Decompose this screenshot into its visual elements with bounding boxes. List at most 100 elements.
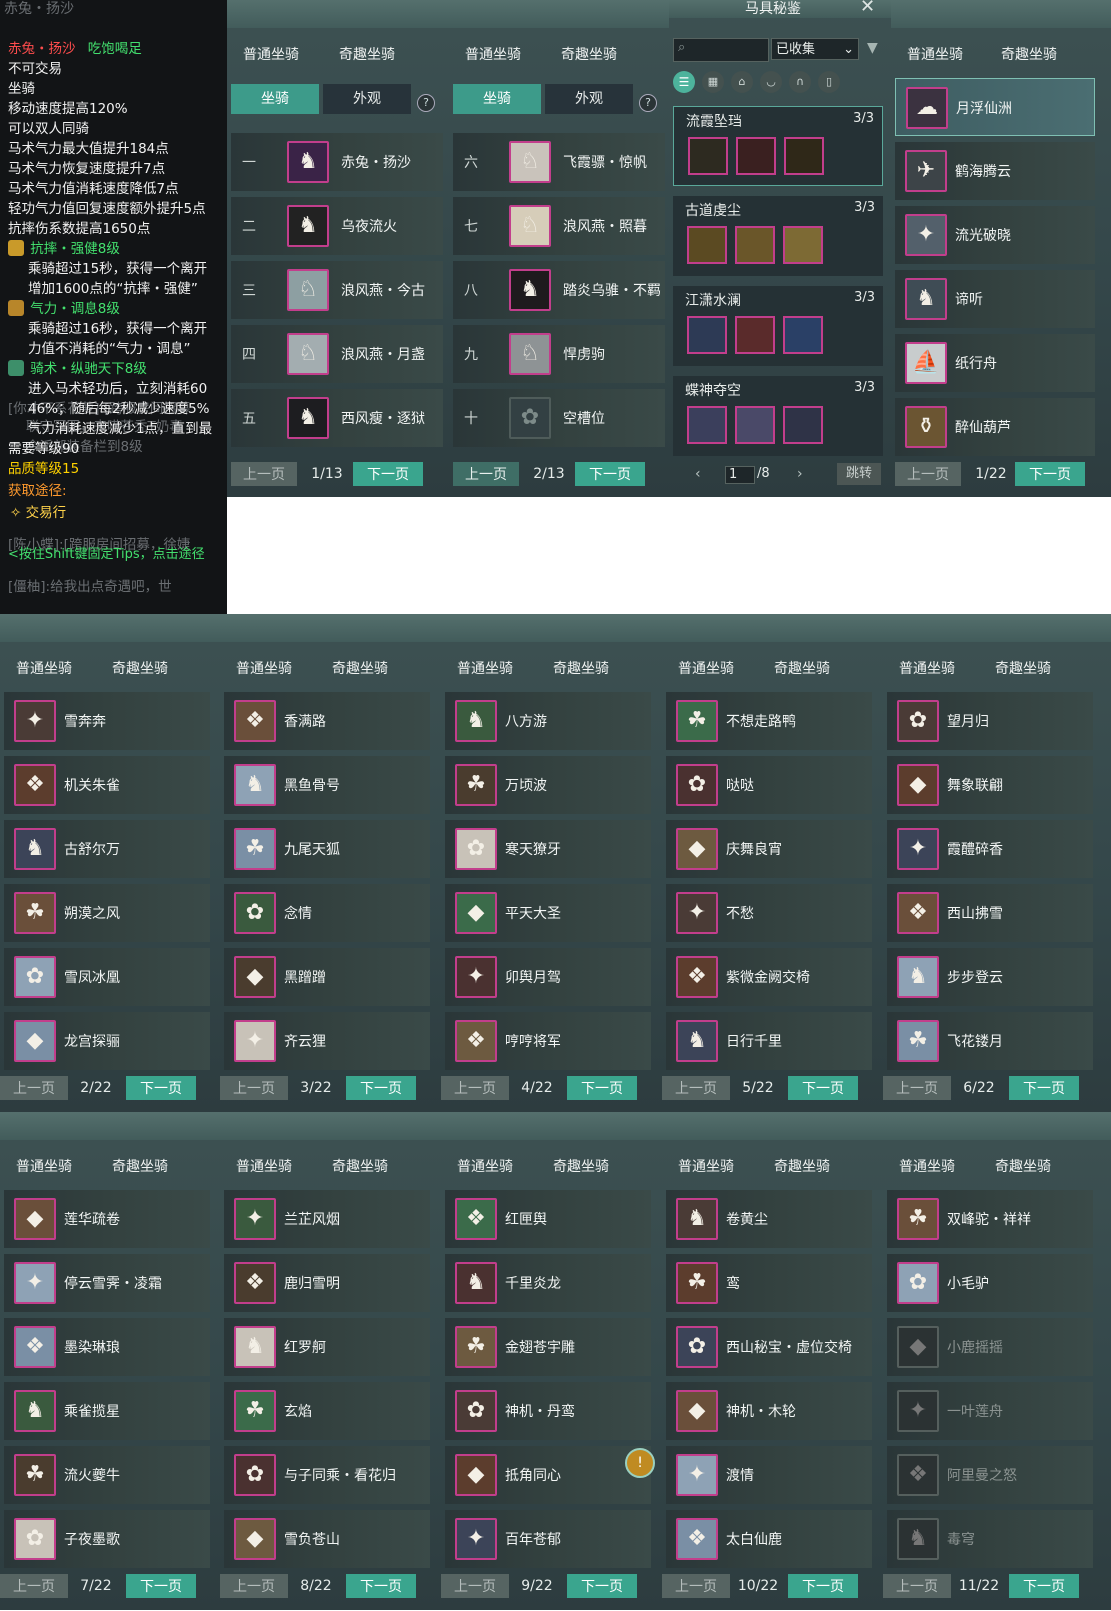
- next-page-button[interactable]: 下一页: [788, 1574, 858, 1598]
- funnel-icon[interactable]: ▼: [867, 40, 878, 56]
- harness-thumbnail[interactable]: [784, 137, 824, 175]
- harness-thumbnail[interactable]: [783, 316, 823, 354]
- mount-row[interactable]: ⛵ 纸行舟: [895, 334, 1095, 392]
- mount-row[interactable]: ⚱ 醉仙葫芦: [895, 398, 1095, 456]
- grid-view-icon[interactable]: ▦: [702, 71, 724, 93]
- mount-row[interactable]: ✦ 流光破晓: [895, 206, 1095, 264]
- mount-row[interactable]: ♞ 卷黄尘: [666, 1190, 872, 1248]
- mount-row[interactable]: ☘ 万顷波: [445, 756, 651, 814]
- subtab-mount[interactable]: 坐骑: [231, 84, 319, 114]
- tab-normal-mount[interactable]: 普通坐骑: [236, 658, 292, 678]
- mount-row[interactable]: ❖ 机关朱雀: [4, 756, 210, 814]
- mount-row[interactable]: ❖ 墨染琳琅: [4, 1318, 210, 1376]
- harness-thumbnail[interactable]: [735, 226, 775, 264]
- tab-fun-mount[interactable]: 奇趣坐骑: [774, 658, 830, 678]
- collection-group[interactable]: 蝶神夺空 3/3: [673, 376, 883, 456]
- prev-page-button[interactable]: 上一页: [895, 462, 961, 486]
- next-page-button[interactable]: 下一页: [126, 1076, 196, 1100]
- tab-fun-mount[interactable]: 奇趣坐骑: [1001, 44, 1057, 64]
- slot-row[interactable]: 三 ♘ 浪风燕・今古: [231, 261, 443, 319]
- tab-fun-mount[interactable]: 奇趣坐骑: [995, 658, 1051, 678]
- mount-row[interactable]: ✿ 念情: [224, 884, 430, 942]
- mount-row[interactable]: ✦ 渡情: [666, 1446, 872, 1504]
- tab-normal-mount[interactable]: 普通坐骑: [457, 1156, 513, 1176]
- horseshoe-icon[interactable]: ∩: [789, 71, 811, 93]
- mount-row[interactable]: ❖ 香满路: [224, 692, 430, 750]
- mount-row[interactable]: ◆ 莲华疏卷: [4, 1190, 210, 1248]
- help-icon[interactable]: ?: [417, 94, 435, 112]
- prev-page-button[interactable]: 上一页: [441, 1574, 509, 1598]
- tab-normal-mount[interactable]: 普通坐骑: [236, 1156, 292, 1176]
- prev-page-button[interactable]: 上一页: [662, 1574, 730, 1598]
- page-input[interactable]: 1: [725, 466, 755, 484]
- next-page-button[interactable]: 下一页: [575, 462, 645, 486]
- tab-fun-mount[interactable]: 奇趣坐骑: [553, 658, 609, 678]
- mount-row[interactable]: ✦ 停云雪霁・凌霜: [4, 1254, 210, 1312]
- close-icon[interactable]: ✕: [860, 0, 875, 17]
- mount-row[interactable]: ✦ 一叶莲舟: [887, 1382, 1093, 1440]
- tab-fun-mount[interactable]: 奇趣坐骑: [561, 44, 617, 64]
- mount-row[interactable]: ✦ 不愁: [666, 884, 872, 942]
- mount-row[interactable]: ✦ 百年苍郁: [445, 1510, 651, 1568]
- mount-row[interactable]: ◆ 小鹿摇摇: [887, 1318, 1093, 1376]
- tab-fun-mount[interactable]: 奇趣坐骑: [332, 658, 388, 678]
- slot-row[interactable]: 五 ♞ 西风瘦・逐狱: [231, 389, 443, 447]
- slot-row[interactable]: 一 ♞ 赤兔・扬沙: [231, 133, 443, 191]
- prev-page-button[interactable]: 上一页: [0, 1076, 68, 1100]
- mount-row[interactable]: ✿ 雪凤冰凰: [4, 948, 210, 1006]
- next-page-button[interactable]: 下一页: [346, 1574, 416, 1598]
- tab-normal-mount[interactable]: 普通坐骑: [678, 658, 734, 678]
- next-page-button[interactable]: 下一页: [346, 1076, 416, 1100]
- collection-group[interactable]: 古道虔尘 3/3: [673, 196, 883, 276]
- tab-fun-mount[interactable]: 奇趣坐骑: [112, 658, 168, 678]
- mount-row[interactable]: ♞ 千里炎龙: [445, 1254, 651, 1312]
- harness-thumbnail[interactable]: [687, 316, 727, 354]
- harness-thumbnail[interactable]: [735, 406, 775, 444]
- harness-thumbnail[interactable]: [687, 406, 727, 444]
- tab-fun-mount[interactable]: 奇趣坐骑: [774, 1156, 830, 1176]
- mount-row[interactable]: ✿ 寒天獠牙: [445, 820, 651, 878]
- mount-row[interactable]: ✦ 齐云狸: [224, 1012, 430, 1070]
- mount-row[interactable]: ☘ 不想走路鸭: [666, 692, 872, 750]
- subtab-mount[interactable]: 坐骑: [453, 84, 541, 114]
- mount-row[interactable]: ❖ 紫微金阙交椅: [666, 948, 872, 1006]
- harness-thumbnail[interactable]: [735, 316, 775, 354]
- tab-normal-mount[interactable]: 普通坐骑: [678, 1156, 734, 1176]
- mount-row[interactable]: ❖ 西山拂雪: [887, 884, 1093, 942]
- mount-row[interactable]: ✿ 西山秘宝・虚位交椅: [666, 1318, 872, 1376]
- help-icon[interactable]: ?: [639, 94, 657, 112]
- mount-row[interactable]: ☘ 玄焰: [224, 1382, 430, 1440]
- next-page-button[interactable]: 下一页: [126, 1574, 196, 1598]
- slot-row[interactable]: 七 ♘ 浪风燕・照暮: [453, 197, 665, 255]
- mount-row[interactable]: ☘ 朔漠之风: [4, 884, 210, 942]
- prev-page-button[interactable]: 上一页: [453, 462, 519, 486]
- mount-row[interactable]: ♞ 红罗舸: [224, 1318, 430, 1376]
- harness-thumbnail[interactable]: [736, 137, 776, 175]
- mount-row[interactable]: ♞ 步步登云: [887, 948, 1093, 1006]
- slot-row[interactable]: 九 ♘ 悍虏驹: [453, 325, 665, 383]
- harness-thumbnail[interactable]: [783, 406, 823, 444]
- next-page-button[interactable]: 下一页: [1009, 1076, 1079, 1100]
- tab-fun-mount[interactable]: 奇趣坐骑: [995, 1156, 1051, 1176]
- mount-row[interactable]: ◆ 庆舞良宵: [666, 820, 872, 878]
- mount-row[interactable]: ✦ 雪奔奔: [4, 692, 210, 750]
- tab-fun-mount[interactable]: 奇趣坐骑: [339, 44, 395, 64]
- prev-page-button[interactable]: 上一页: [220, 1076, 288, 1100]
- slot-row[interactable]: 十 ✿ 空槽位: [453, 389, 665, 447]
- mount-row[interactable]: ✿ 神机・丹鸾: [445, 1382, 651, 1440]
- tab-normal-mount[interactable]: 普通坐骑: [457, 658, 513, 678]
- next-page-button[interactable]: 下一页: [567, 1076, 637, 1100]
- chevron-right-icon[interactable]: ›: [797, 466, 803, 482]
- mount-row[interactable]: ✿ 小毛驴: [887, 1254, 1093, 1312]
- mount-row[interactable]: ❖ 哼哼将军: [445, 1012, 651, 1070]
- mount-row[interactable]: ✿ 望月归: [887, 692, 1093, 750]
- prev-page-button[interactable]: 上一页: [883, 1076, 951, 1100]
- jump-button[interactable]: 跳转: [837, 463, 881, 485]
- mount-row[interactable]: ♞ 乘雀揽星: [4, 1382, 210, 1440]
- list-view-icon[interactable]: ☰: [673, 71, 695, 93]
- tab-normal-mount[interactable]: 普通坐骑: [899, 658, 955, 678]
- slot-row[interactable]: 八 ♞ 踏炎乌骓・不羁: [453, 261, 665, 319]
- tab-fun-mount[interactable]: 奇趣坐骑: [553, 1156, 609, 1176]
- mount-row[interactable]: ❖ 阿里曼之怒: [887, 1446, 1093, 1504]
- prev-page-button[interactable]: 上一页: [883, 1574, 951, 1598]
